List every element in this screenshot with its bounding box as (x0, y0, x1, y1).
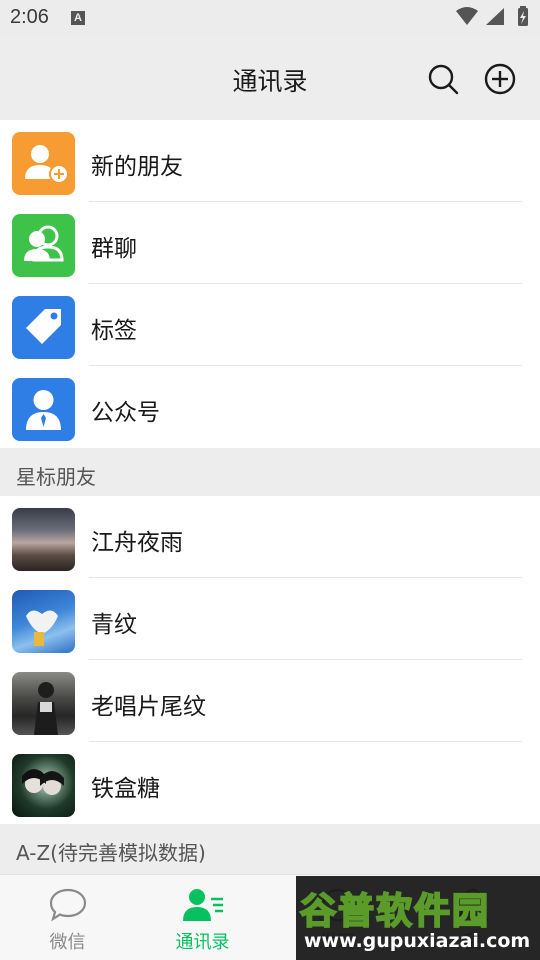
contacts-icon (182, 889, 223, 921)
contact-avatar (12, 590, 75, 653)
contact-name: 铁盒糖 (91, 776, 160, 802)
group-chat-icon (12, 214, 75, 277)
starred-section-header: 星标朋友 (0, 448, 540, 496)
contacts-screen: 2:06 A 通讯录 新的朋友 群聊 标签 公众号 星标朋友 江舟夜雨 青纹 老… (0, 0, 540, 960)
notification-icon: A (71, 11, 85, 25)
status-time: 2:06 (10, 6, 49, 28)
contact-avatar (12, 754, 75, 817)
contact-name: 江舟夜雨 (91, 530, 183, 556)
official-account-icon (12, 378, 75, 441)
contact-row[interactable]: 铁盒糖 (0, 742, 540, 824)
contact-row[interactable]: 青纹 (0, 578, 540, 660)
watermark-logo: 谷普软件园 www.gupuxiazai.com (296, 876, 540, 960)
feature-label: 公众号 (91, 400, 160, 426)
wifi-icon (456, 7, 478, 25)
add-friend-icon (12, 132, 75, 195)
status-icons (456, 6, 528, 26)
signal-icon (486, 8, 504, 25)
official-accounts-row[interactable]: 公众号 (0, 366, 540, 448)
add-circle-icon[interactable] (483, 62, 517, 96)
contact-row[interactable]: 老唱片尾纹 (0, 660, 540, 742)
tab-label: 微信 (49, 932, 86, 953)
contact-avatar (12, 508, 75, 571)
group-chat-row[interactable]: 群聊 (0, 202, 540, 284)
tab-label: 通讯录 (175, 932, 230, 953)
status-bar: 2:06 A (0, 0, 540, 38)
watermark-text: 谷普软件园 (299, 890, 491, 933)
top-bar: 通讯录 (0, 38, 540, 120)
az-section-header: A-Z(待完善模拟数据) (0, 824, 540, 872)
contact-name: 老唱片尾纹 (91, 694, 206, 720)
section-label: A-Z(待完善模拟数据) (16, 841, 206, 865)
contact-row[interactable]: 江舟夜雨 (0, 496, 540, 578)
feature-label: 标签 (91, 318, 137, 344)
search-icon[interactable] (426, 62, 460, 96)
feature-label: 新的朋友 (91, 154, 183, 180)
chat-bubble-icon (49, 888, 86, 922)
tags-row[interactable]: 标签 (0, 284, 540, 366)
watermark-url: www.gupuxiazai.com (304, 930, 531, 952)
section-label: 星标朋友 (16, 465, 96, 489)
contact-name: 青纹 (91, 612, 137, 638)
tab-chats[interactable]: 微信 (0, 875, 135, 960)
tab-contacts[interactable]: 通讯录 (135, 875, 270, 960)
new-friends-row[interactable]: 新的朋友 (0, 120, 540, 202)
contacts-list: 新的朋友 群聊 标签 公众号 星标朋友 江舟夜雨 青纹 老唱片尾纹 铁盒糖 A-… (0, 120, 540, 872)
feature-label: 群聊 (91, 236, 137, 262)
tag-icon (12, 296, 75, 359)
contact-avatar (12, 672, 75, 735)
